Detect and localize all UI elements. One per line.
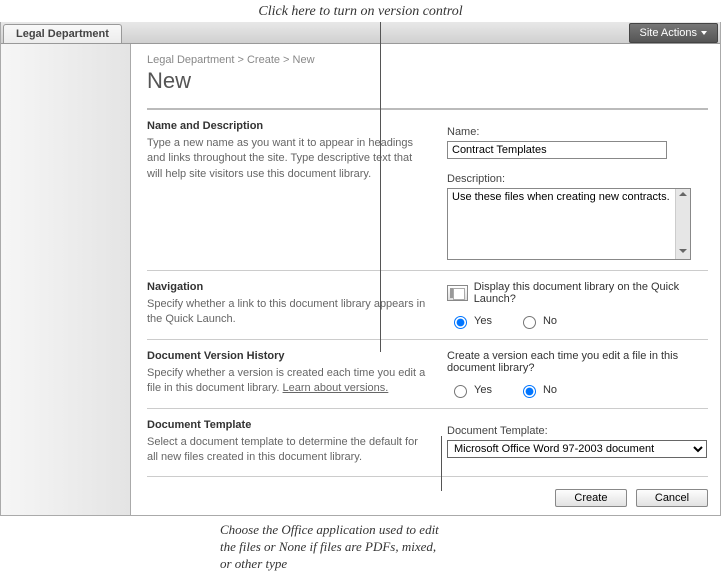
cancel-button[interactable]: Cancel [636,489,708,507]
learn-about-versions-link[interactable]: Learn about versions. [283,382,389,394]
version-question: Create a version each time you edit a fi… [447,350,708,374]
breadcrumb: Legal Department > Create > New [147,54,708,66]
quick-launch-icon [447,285,468,301]
version-no-radio[interactable] [523,385,536,398]
template-label: Document Template: [447,425,708,437]
ql-no-option[interactable]: No [518,313,557,329]
ql-yes-radio[interactable] [454,316,467,329]
section-title-template: Document Template [147,419,427,431]
annotation-pointer-top [380,22,381,352]
no-label: No [543,315,557,327]
divider [147,108,708,110]
section-desc-navigation: Specify whether a link to this document … [147,297,427,328]
chevron-down-icon [701,31,707,35]
divider [147,339,708,340]
template-select[interactable]: Microsoft Office Word 97-2003 document [447,440,707,458]
yes-label: Yes [474,384,492,396]
version-yes-option[interactable]: Yes [449,382,492,398]
annotation-bottom: Choose the Office application used to ed… [0,522,721,572]
create-button[interactable]: Create [555,489,627,507]
divider [147,270,708,271]
annotation-pointer-bottom [441,436,442,491]
site-actions-label: Site Actions [640,27,697,39]
section-title-name-desc: Name and Description [147,120,427,132]
no-label: No [543,384,557,396]
scrollbar[interactable] [675,189,690,259]
quick-launch-question: Display this document library on the Qui… [474,281,708,305]
yes-label: Yes [474,315,492,327]
section-desc-name-desc: Type a new name as you want it to appear… [147,136,427,182]
main-content: Legal Department > Create > New New Name… [131,44,720,515]
divider [147,476,708,477]
site-actions-menu[interactable]: Site Actions [629,23,718,43]
top-bar: Legal Department Site Actions [1,22,720,44]
version-yes-radio[interactable] [454,385,467,398]
scroll-up-icon [679,192,687,196]
scroll-down-icon [679,249,687,253]
name-input[interactable] [447,141,667,159]
section-desc-version: Specify whether a version is created eac… [147,366,427,397]
left-nav [1,44,131,515]
ql-yes-option[interactable]: Yes [449,313,492,329]
section-title-version: Document Version History [147,350,427,362]
version-no-option[interactable]: No [518,382,557,398]
name-label: Name: [447,126,708,138]
section-title-navigation: Navigation [147,281,427,293]
description-label: Description: [447,173,708,185]
divider [147,408,708,409]
description-textarea[interactable]: Use these files when creating new contra… [448,189,676,259]
page-title: New [147,68,708,94]
annotation-top: Click here to turn on version control [0,0,721,22]
ql-no-radio[interactable] [523,316,536,329]
tab-legal-department[interactable]: Legal Department [3,24,122,43]
section-desc-template: Select a document template to determine … [147,435,427,466]
